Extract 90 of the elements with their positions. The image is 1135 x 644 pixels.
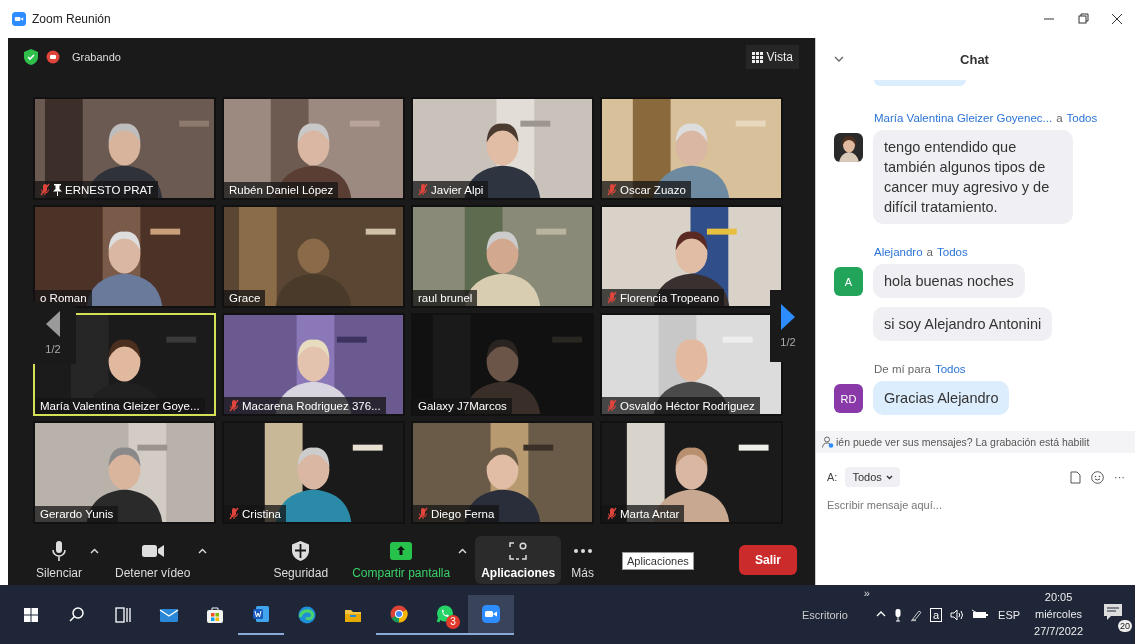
recording-icon — [46, 50, 60, 64]
participant-name: Rubén Daniel López — [229, 184, 334, 196]
video-camera-icon — [141, 544, 164, 558]
participant-name: Javier Alpi — [431, 183, 484, 196]
mic-icon — [52, 541, 66, 561]
share-screen-icon — [390, 542, 413, 560]
recipient-label: De mí para — [874, 363, 931, 375]
message-bubble: tengo entendido que también algunos tipos de cancer muy agresivo y de difícil tratamiento. — [873, 130, 1073, 224]
video-button[interactable]: Detener vídeo — [109, 536, 197, 584]
document-icon — [251, 603, 271, 624]
mute-button[interactable]: Silenciar — [30, 536, 89, 584]
participant-name: Marta Antar — [620, 507, 680, 520]
keyboard-indicator[interactable]: a — [929, 607, 943, 622]
task-view-icon — [113, 604, 133, 625]
desktop-label[interactable]: Escritorio — [801, 608, 848, 621]
person-icon — [822, 436, 834, 448]
page-indicator: 1/2 — [780, 336, 796, 348]
file-icon[interactable] — [1070, 470, 1081, 484]
message-input[interactable]: Escribir mensaje aquí... — [827, 499, 1107, 511]
clock-day[interactable]: miércoles — [1035, 606, 1083, 623]
message-bubble: hola buenas noches — [873, 264, 1025, 298]
clock-date[interactable]: 27/7/2022 — [1034, 623, 1083, 640]
participant-name: Macarena Rodriguez 376... — [242, 399, 381, 412]
clock-time[interactable]: 20:05 — [1044, 589, 1073, 606]
close-icon[interactable] — [1111, 13, 1123, 25]
browser-swirl-icon — [297, 604, 317, 625]
participant-name: Diego Ferna — [431, 507, 495, 520]
tooltip: Aplicaciones — [622, 552, 694, 570]
shield-check-icon — [24, 49, 38, 65]
view-button[interactable]: Vista — [745, 45, 799, 69]
chat-title: Chat — [959, 51, 990, 67]
caret-icon[interactable] — [458, 548, 468, 554]
language-indicator[interactable]: ESP — [998, 608, 1021, 621]
notification-badge: 3 — [446, 614, 460, 629]
recipient-name[interactable]: Todos — [1066, 112, 1098, 124]
participant-name: Cristina — [242, 507, 281, 520]
notification-count: 20 — [1118, 619, 1132, 632]
notice-text: ién puede ver sus mensajes? La grabación está habilit — [836, 436, 1090, 448]
left-arrow-icon[interactable] — [46, 311, 60, 337]
participant-name: raul brunel — [418, 292, 473, 304]
participant-name: Galaxy J7Marcos — [418, 400, 507, 412]
more-options[interactable]: ··· — [1114, 471, 1125, 483]
recipient-name[interactable]: Todos — [934, 363, 966, 375]
recipient-label: a — [1056, 112, 1063, 124]
share-screen-button[interactable]: Compartir pantalla — [346, 536, 457, 584]
message-bubble: si soy Alejandro Antonini — [873, 307, 1053, 341]
message-bubble: Gracias Alejandro — [873, 381, 1010, 415]
more-icon — [572, 548, 593, 554]
participant-name: Florencia Tropeano — [620, 291, 720, 304]
restore-icon[interactable] — [1077, 13, 1089, 25]
caret-icon[interactable] — [90, 548, 100, 554]
avatar: A — [834, 267, 863, 296]
recipient-dropdown[interactable]: Todos — [845, 467, 900, 487]
security-button[interactable]: Seguridad — [267, 536, 335, 584]
browser-circle-icon — [389, 603, 409, 624]
video-camera-icon — [481, 603, 501, 624]
store-icon — [205, 604, 225, 625]
toolbar-overflow[interactable]: » — [863, 587, 870, 599]
participant-name: Osvaldo Héctor Rodriguez — [620, 399, 755, 412]
participant-name: ERNESTO PRAT — [65, 183, 154, 196]
window-title: Zoom Reunión — [32, 12, 111, 26]
taskbar-button[interactable] — [468, 594, 514, 635]
more-button[interactable]: Más — [565, 536, 600, 584]
leave-button[interactable]: Salir — [739, 545, 797, 575]
chevron-down-icon[interactable] — [834, 56, 844, 62]
speaker-icon[interactable] — [950, 607, 965, 622]
avatar: RD — [834, 384, 863, 413]
right-arrow-icon[interactable] — [781, 304, 795, 330]
sender-name[interactable]: Alejandro — [874, 246, 923, 258]
apps-icon — [509, 542, 528, 560]
recipient-label: a — [926, 246, 933, 258]
caret-icon[interactable] — [198, 548, 208, 554]
notifications-icon[interactable] — [1103, 602, 1123, 621]
shield-icon — [292, 541, 310, 561]
apps-button[interactable]: Aplicaciones — [475, 536, 562, 584]
recipient-name[interactable]: Todos — [937, 246, 968, 258]
participant-name: Grace — [229, 292, 261, 304]
sender-name[interactable]: María Valentina Gleizer Goyenec... — [874, 112, 1053, 124]
participant-name: Oscar Zuazo — [620, 183, 686, 196]
participant-name: María Valentina Gleizer Goye... — [40, 400, 200, 412]
page-indicator: 1/2 — [45, 343, 61, 355]
recording-label: Grabando — [72, 51, 121, 63]
grid-icon — [751, 51, 763, 63]
mic-icon[interactable] — [893, 607, 902, 622]
zoom-app-icon — [12, 12, 26, 26]
caret-down-icon — [885, 474, 893, 480]
emoji-icon[interactable] — [1091, 470, 1104, 484]
participant-name: o Roman — [40, 292, 87, 304]
participant-name: Gerardo Yunis — [40, 508, 114, 520]
to-label: A: — [827, 471, 838, 483]
